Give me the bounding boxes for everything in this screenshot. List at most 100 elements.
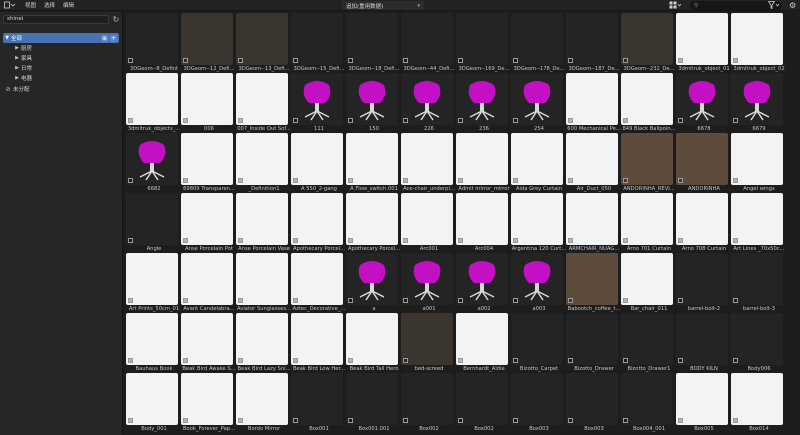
asset-thumbnail[interactable] xyxy=(731,253,783,305)
asset-tile[interactable]: 226 xyxy=(401,73,453,134)
asset-thumbnail[interactable] xyxy=(621,193,673,245)
asset-checkbox-icon[interactable] xyxy=(183,358,188,363)
asset-checkbox-icon[interactable] xyxy=(513,178,518,183)
asset-thumbnail[interactable] xyxy=(126,253,178,305)
asset-checkbox-icon[interactable] xyxy=(348,298,353,303)
asset-checkbox-icon[interactable] xyxy=(348,178,353,183)
asset-checkbox-icon[interactable] xyxy=(238,298,243,303)
asset-thumbnail[interactable] xyxy=(181,193,233,245)
asset-thumbnail[interactable] xyxy=(731,13,783,65)
asset-checkbox-icon[interactable] xyxy=(458,298,463,303)
asset-thumbnail[interactable] xyxy=(236,193,288,245)
asset-checkbox-icon[interactable] xyxy=(568,238,573,243)
asset-checkbox-icon[interactable] xyxy=(403,238,408,243)
asset-tile[interactable]: Angel wings xyxy=(731,133,783,194)
asset-thumbnail[interactable] xyxy=(401,133,453,185)
asset-checkbox-icon[interactable] xyxy=(678,178,683,183)
asset-checkbox-icon[interactable] xyxy=(128,238,133,243)
filter-icon[interactable] xyxy=(767,1,780,10)
asset-checkbox-icon[interactable] xyxy=(733,238,738,243)
asset-tile[interactable]: Bar_chair_011 xyxy=(621,253,673,314)
asset-checkbox-icon[interactable] xyxy=(678,298,683,303)
asset-checkbox-icon[interactable] xyxy=(513,298,518,303)
asset-checkbox-icon[interactable] xyxy=(568,178,573,183)
asset-tile[interactable]: 3DGeom--12_Defi... xyxy=(181,13,235,74)
asset-tile[interactable]: a001 xyxy=(401,253,453,314)
asset-checkbox-icon[interactable] xyxy=(678,358,683,363)
asset-checkbox-icon[interactable] xyxy=(293,118,298,123)
asset-thumbnail[interactable] xyxy=(401,313,453,365)
asset-tile[interactable]: a003 xyxy=(511,253,563,314)
asset-thumbnail[interactable] xyxy=(126,13,178,65)
asset-checkbox-icon[interactable] xyxy=(403,418,408,423)
asset-tile[interactable]: A Flow_switch.001 xyxy=(346,133,398,194)
asset-tile[interactable]: Bizotto_Carpet xyxy=(511,313,563,374)
asset-checkbox-icon[interactable] xyxy=(128,118,133,123)
asset-thumbnail[interactable] xyxy=(511,13,563,65)
add-catalog-icon[interactable]: ⊕ xyxy=(101,34,108,42)
asset-tile[interactable]: Angle xyxy=(126,193,178,254)
asset-tile[interactable]: 150 xyxy=(346,73,398,134)
asset-checkbox-icon[interactable] xyxy=(458,58,463,63)
asset-thumbnail[interactable] xyxy=(456,253,508,305)
asset-checkbox-icon[interactable] xyxy=(128,418,133,423)
asset-checkbox-icon[interactable] xyxy=(513,418,518,423)
asset-thumbnail[interactable] xyxy=(676,253,728,305)
asset-thumbnail[interactable] xyxy=(291,313,343,365)
asset-checkbox-icon[interactable] xyxy=(128,298,133,303)
asset-tile[interactable]: Box001.001 xyxy=(346,373,398,434)
asset-thumbnail[interactable] xyxy=(291,133,343,185)
asset-checkbox-icon[interactable] xyxy=(513,238,518,243)
asset-tile[interactable]: 3DGeom--8_Defint xyxy=(126,13,178,74)
asset-checkbox-icon[interactable] xyxy=(293,358,298,363)
asset-tile[interactable]: Box001 xyxy=(291,373,343,434)
asset-thumbnail[interactable] xyxy=(676,13,728,65)
catalog-item-root[interactable]: ▼ 全部 ⊕ + xyxy=(3,33,119,43)
asset-tile[interactable]: Aviator Sunglasses... xyxy=(236,253,291,314)
asset-tile[interactable]: ARMCHAIR_NUAG... xyxy=(566,193,619,254)
asset-thumbnail[interactable] xyxy=(566,13,618,65)
asset-tile[interactable]: Bizotto_Drawer xyxy=(566,313,618,374)
asset-checkbox-icon[interactable] xyxy=(183,118,188,123)
asset-checkbox-icon[interactable] xyxy=(733,178,738,183)
menu-edit[interactable]: 编辑 xyxy=(63,1,74,9)
asset-tile[interactable]: 254 xyxy=(511,73,563,134)
asset-tile[interactable]: Avant Candelabra... xyxy=(181,253,235,314)
asset-thumbnail[interactable] xyxy=(291,73,343,125)
asset-thumbnail[interactable] xyxy=(126,313,178,365)
asset-checkbox-icon[interactable] xyxy=(458,118,463,123)
asset-tile[interactable]: ANDORINHA_REVI... xyxy=(621,133,675,194)
asset-thumbnail[interactable] xyxy=(511,313,563,365)
asset-tile[interactable]: 6682 xyxy=(126,133,178,194)
asset-thumbnail[interactable] xyxy=(401,13,453,65)
asset-thumbnail[interactable] xyxy=(126,73,178,125)
asset-tile[interactable]: a xyxy=(346,253,398,314)
asset-tile[interactable]: 600 Mechanical Pe... xyxy=(566,73,621,134)
asset-checkbox-icon[interactable] xyxy=(733,118,738,123)
asset-tile[interactable]: Box004_001 xyxy=(621,373,673,434)
asset-thumbnail[interactable] xyxy=(181,13,233,65)
asset-tile[interactable]: A 550_2-gang xyxy=(291,133,343,194)
asset-tile[interactable]: 006 xyxy=(181,73,233,134)
asset-tile[interactable]: 3DGeom--15_Defi... xyxy=(291,13,345,74)
asset-checkbox-icon[interactable] xyxy=(128,358,133,363)
asset-thumbnail[interactable] xyxy=(401,373,453,425)
asset-tile[interactable]: Body006 xyxy=(731,313,783,374)
asset-thumbnail[interactable] xyxy=(731,73,783,125)
asset-tile[interactable]: Aida Grey Curtain xyxy=(511,133,563,194)
chevron-right-icon[interactable]: ▶ xyxy=(13,55,21,61)
gear-icon[interactable]: ⚙ xyxy=(789,1,799,10)
asset-thumbnail[interactable] xyxy=(456,313,508,365)
asset-thumbnail[interactable] xyxy=(181,373,233,425)
asset-tile[interactable]: 6678 xyxy=(676,73,728,134)
asset-tile[interactable]: Anse Porcelain Pot xyxy=(181,193,233,254)
asset-checkbox-icon[interactable] xyxy=(238,178,243,183)
asset-thumbnail[interactable] xyxy=(236,13,288,65)
asset-thumbnail[interactable] xyxy=(291,13,343,65)
asset-thumbnail[interactable] xyxy=(676,313,728,365)
asset-checkbox-icon[interactable] xyxy=(403,178,408,183)
asset-tile[interactable]: _Definition1 xyxy=(236,133,288,194)
asset-tile[interactable]: 3dmitruk_object_01 xyxy=(676,13,730,74)
asset-thumbnail[interactable] xyxy=(181,73,233,125)
asset-checkbox-icon[interactable] xyxy=(568,298,573,303)
